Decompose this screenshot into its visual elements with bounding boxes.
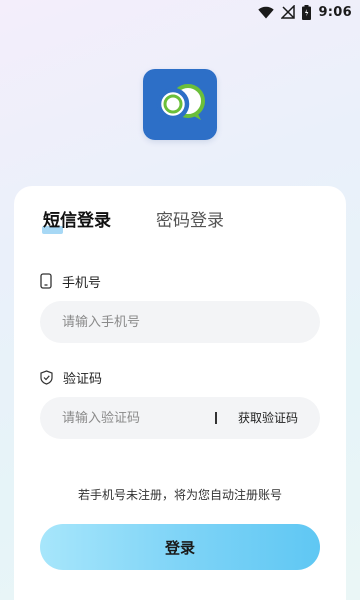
tab-sms-login[interactable]: 短信登录 xyxy=(42,210,111,234)
tab-password-login-label: 密码登录 xyxy=(156,211,224,231)
tab-password-login[interactable]: 密码登录 xyxy=(156,210,224,232)
code-label-text: 验证码 xyxy=(63,371,103,387)
get-code-button[interactable]: 获取验证码 xyxy=(238,397,298,439)
code-input[interactable] xyxy=(40,397,210,439)
phone-input[interactable] xyxy=(40,301,300,343)
no-signal-icon xyxy=(281,5,296,19)
app-logo xyxy=(143,69,217,140)
shield-icon xyxy=(40,369,53,385)
chat-bubbles-icon xyxy=(156,84,205,122)
input-divider xyxy=(215,412,217,424)
wifi-icon xyxy=(258,6,275,18)
status-time: 9:06 xyxy=(318,4,352,20)
tab-sms-login-label: 短信登录 xyxy=(43,211,111,231)
phone-icon xyxy=(40,273,52,289)
code-field-label: 验证码 xyxy=(40,368,103,387)
status-bar: 9:06 xyxy=(0,0,360,24)
code-input-container: 获取验证码 xyxy=(40,397,320,439)
phone-input-container xyxy=(40,301,320,343)
phone-label-text: 手机号 xyxy=(62,275,102,291)
phone-field-label: 手机号 xyxy=(40,272,102,291)
login-card: 短信登录 密码登录 手机号 验证码 获取验证码 若手机号未注册，将为您自动注册账… xyxy=(14,186,346,600)
auto-register-notice: 若手机号未注册，将为您自动注册账号 xyxy=(77,488,282,502)
battery-icon xyxy=(302,4,312,20)
login-button[interactable]: 登录 xyxy=(40,524,320,570)
status-icons: 9:06 xyxy=(258,3,352,21)
